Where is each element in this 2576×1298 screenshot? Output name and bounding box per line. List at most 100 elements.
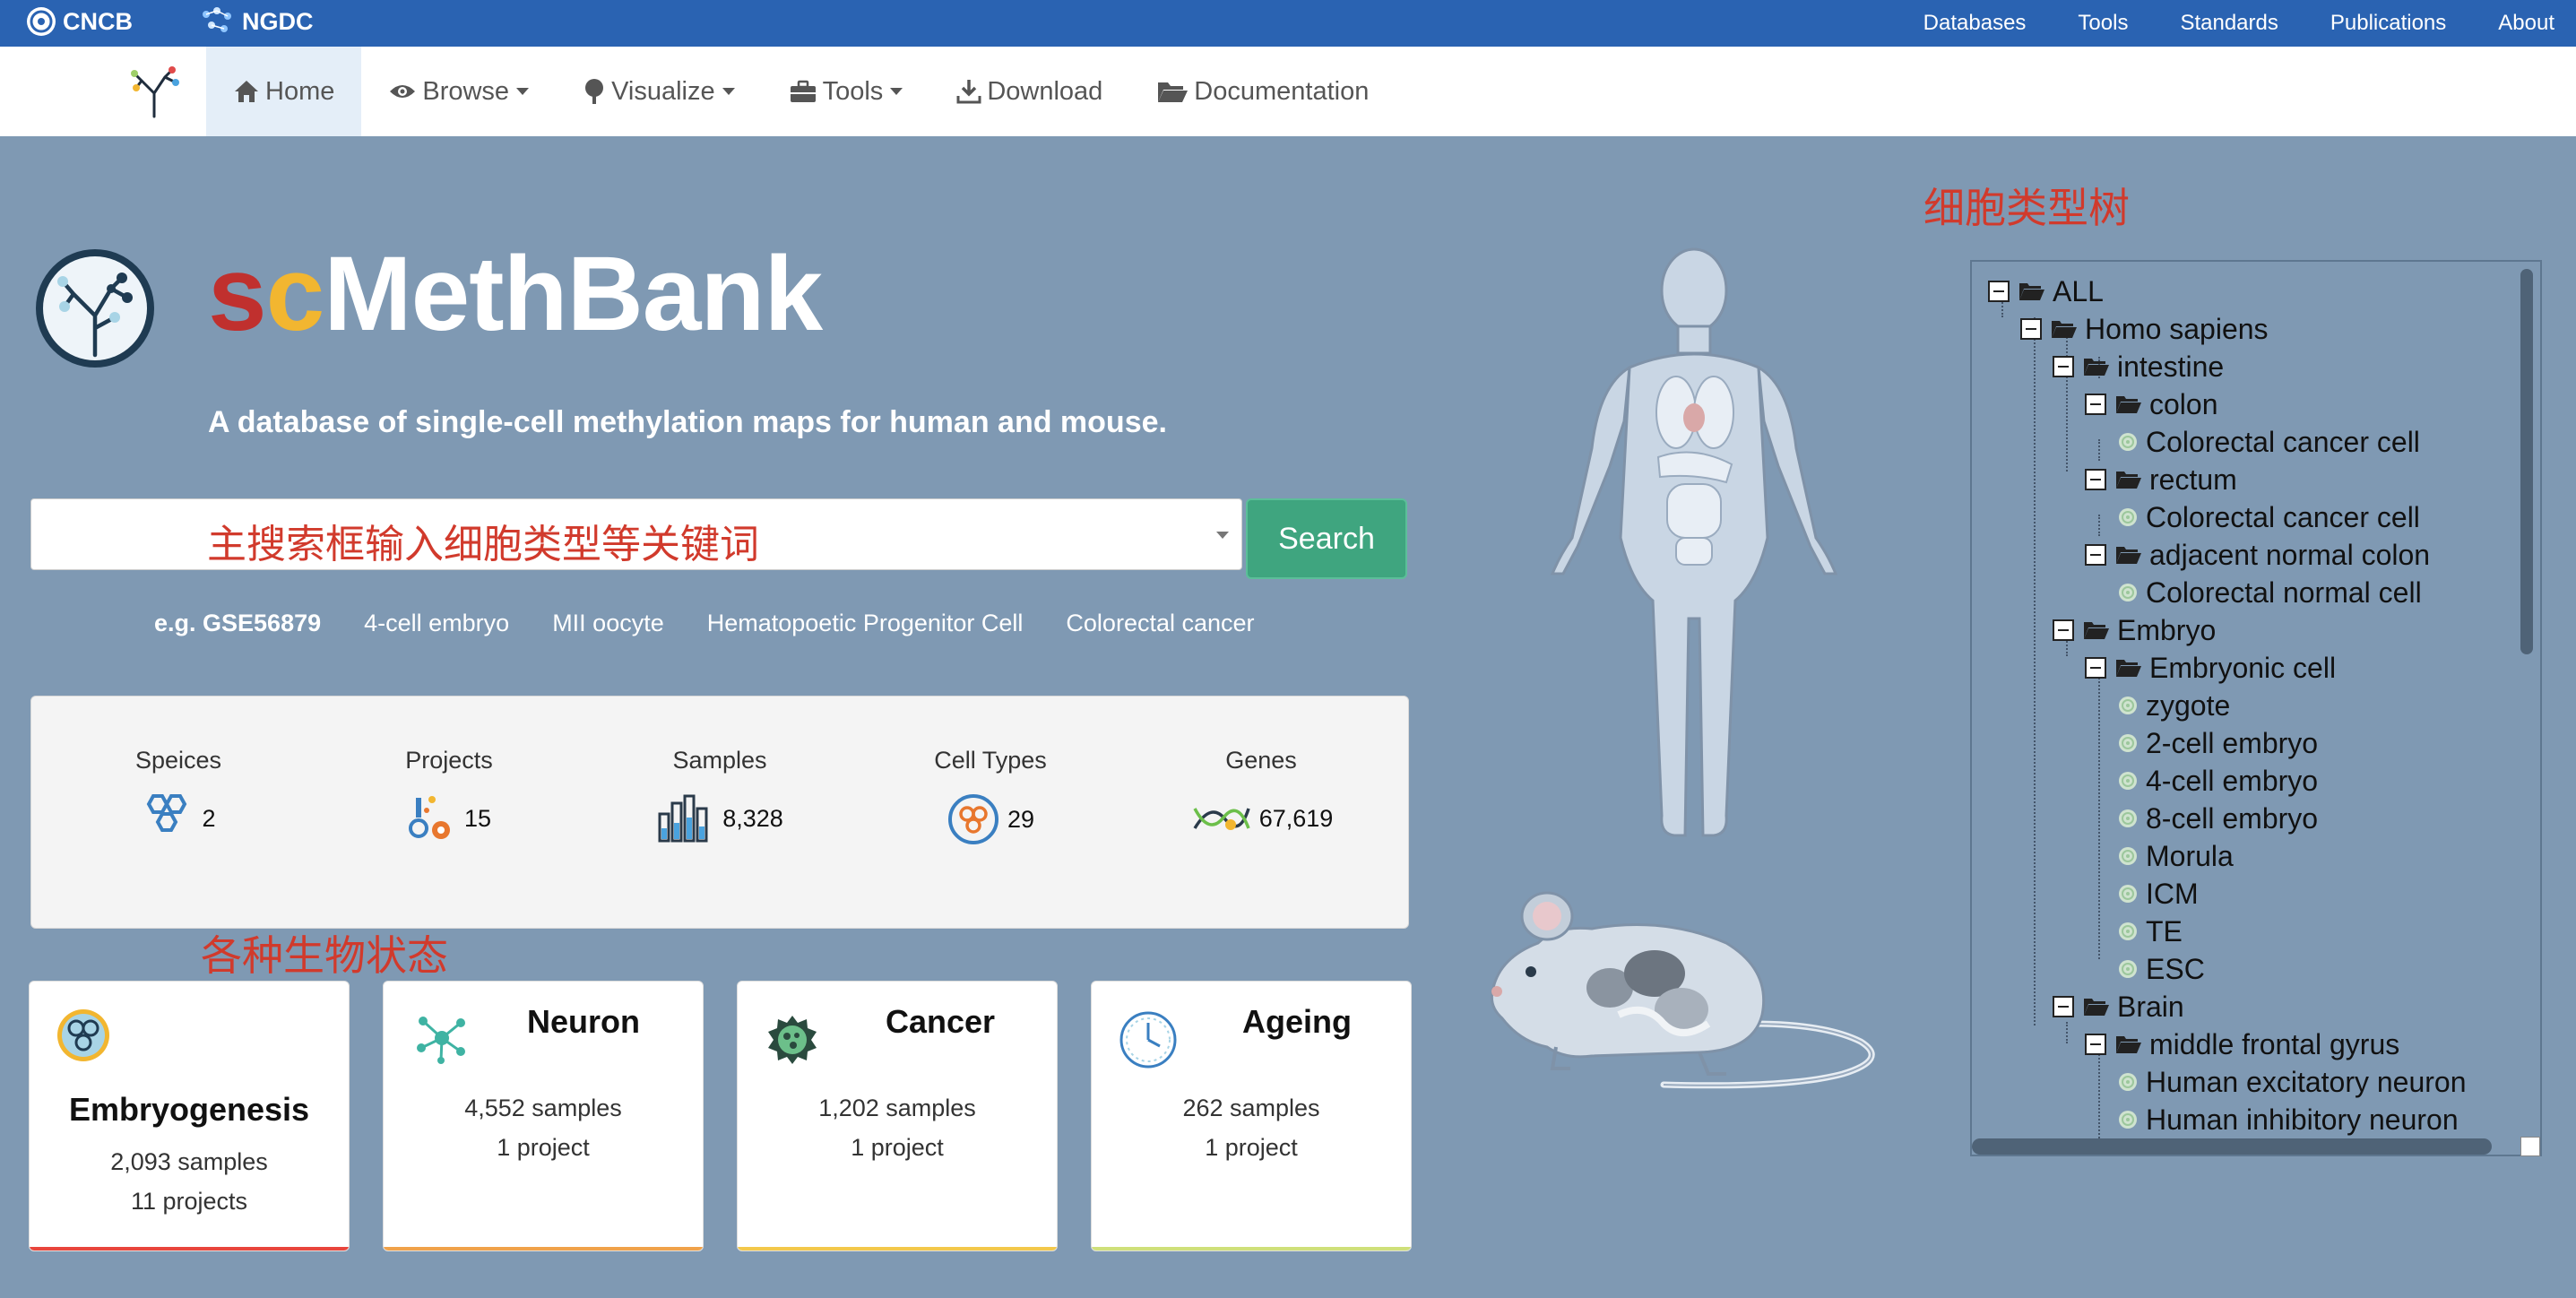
- nav-download[interactable]: Download: [929, 47, 1129, 136]
- tree-leaf-human-inhibitory-neuron[interactable]: Human inhibitory neuron: [2117, 1101, 2459, 1138]
- tree-vertical-scrollbar[interactable]: [2520, 269, 2533, 654]
- title-rest: MethBank: [324, 235, 823, 353]
- test-tubes-icon: [658, 794, 708, 843]
- human-body-figure[interactable]: [1524, 242, 1864, 852]
- nav-home[interactable]: Home: [206, 47, 362, 136]
- cell-leaf-icon: [2119, 734, 2137, 752]
- card-embryogenesis[interactable]: Embryogenesis 2,093 samples 11 projects: [29, 981, 350, 1251]
- cell-leaf-icon: [2119, 960, 2137, 978]
- collapse-toggle[interactable]: [1988, 281, 2010, 302]
- tree-leaf-colorectal-cancer-cell[interactable]: Colorectal cancer cell: [2117, 423, 2420, 461]
- site-tree-logo-icon[interactable]: [125, 63, 183, 120]
- cncb-brand[interactable]: CNCB: [25, 5, 133, 38]
- cell-leaf-icon: [2119, 584, 2137, 601]
- collapse-toggle[interactable]: [2053, 996, 2074, 1017]
- example-hematopoetic-progenitor[interactable]: Hematopoetic Progenitor Cell: [707, 610, 1024, 637]
- collapse-toggle[interactable]: [2020, 318, 2042, 340]
- tree-leaf-morula[interactable]: Morula: [2117, 837, 2234, 875]
- cell-leaf-icon: [2119, 1111, 2137, 1129]
- collapse-toggle[interactable]: [2085, 657, 2106, 679]
- tree-node-homo-sapiens[interactable]: Homo sapiens: [2020, 310, 2269, 348]
- main-navbar: Home Browse Visualize Tools Download Doc…: [0, 47, 2576, 136]
- tree-leaf-colorectal-cancer-cell[interactable]: Colorectal cancer cell: [2117, 498, 2420, 536]
- tree-leaf-2-cell-embryo[interactable]: 2-cell embryo: [2117, 724, 2318, 762]
- card-projects: 1 project: [851, 1134, 944, 1161]
- tree-node-intestine[interactable]: intestine: [2053, 348, 2224, 385]
- tree-node-colon[interactable]: colon: [2085, 385, 2218, 423]
- nav-documentation[interactable]: Documentation: [1129, 47, 1396, 136]
- card-accent-bar: [1092, 1247, 1411, 1250]
- tree-node-embryo[interactable]: Embryo: [2053, 611, 2216, 649]
- collapse-toggle[interactable]: [2085, 544, 2106, 566]
- nav-tools[interactable]: Tools: [762, 47, 930, 136]
- collapse-toggle[interactable]: [2053, 356, 2074, 377]
- top-link-tools[interactable]: Tools: [2078, 11, 2128, 36]
- tree-node-brain[interactable]: Brain: [2053, 988, 2184, 1025]
- card-title: Embryogenesis: [68, 1091, 310, 1128]
- card-samples: 4,552 samples: [464, 1095, 622, 1121]
- example-gse56879[interactable]: e.g. GSE56879: [154, 610, 321, 637]
- example-mii-oocyte[interactable]: MII oocyte: [552, 610, 664, 637]
- nav-home-label: Home: [265, 76, 335, 106]
- top-nav: Databases Tools Standards Publications A…: [1923, 0, 2554, 47]
- cell-type-tree-panel[interactable]: ALL Homo sapiens intestine colon Colorec…: [1970, 260, 2542, 1156]
- tree-guide-line: [2098, 515, 2100, 536]
- tree-horizontal-scrollbar[interactable]: [1972, 1138, 2492, 1155]
- nav-visualize-label: Visualize: [611, 76, 715, 106]
- tree-node-all[interactable]: ALL: [1988, 273, 2104, 310]
- nav-visualize[interactable]: Visualize: [556, 47, 762, 136]
- nav-documentation-label: Documentation: [1194, 76, 1370, 106]
- tree-leaf-zygote[interactable]: zygote: [2117, 687, 2230, 724]
- card-accent-bar: [384, 1247, 703, 1250]
- folder-open-icon: [2116, 547, 2141, 564]
- collapse-toggle[interactable]: [2085, 1034, 2106, 1055]
- search-input[interactable]: 主搜索框输入细胞类型等关键词: [30, 498, 1242, 570]
- top-link-databases[interactable]: Databases: [1923, 11, 2027, 36]
- card-neuron[interactable]: Neuron 4,552 samples 1 project: [383, 981, 704, 1251]
- ngdc-brand[interactable]: NGDC: [197, 5, 314, 38]
- dropdown-caret-icon[interactable]: [1216, 532, 1229, 539]
- tree-node-label: Homo sapiens: [2085, 312, 2269, 345]
- search-button[interactable]: Search: [1246, 498, 1407, 579]
- stat-genes-label: Genes: [1225, 747, 1297, 774]
- tree-node-label: ALL: [2053, 274, 2104, 307]
- tree-node-embryonic-cell[interactable]: Embryonic cell: [2085, 649, 2336, 687]
- tree-leaf-te[interactable]: TE: [2117, 913, 2183, 950]
- tree-node-adjacent-normal-colon[interactable]: adjacent normal colon: [2085, 536, 2430, 574]
- top-link-publications[interactable]: Publications: [2330, 11, 2446, 36]
- tree-node-label: Human excitatory neuron: [2146, 1065, 2467, 1098]
- tree-leaf-8-cell-embryo[interactable]: 8-cell embryo: [2117, 800, 2318, 837]
- example-colorectal-cancer[interactable]: Colorectal cancer: [1066, 610, 1254, 637]
- folder-open-icon: [2019, 283, 2044, 300]
- top-link-about[interactable]: About: [2498, 11, 2554, 36]
- collapse-toggle[interactable]: [2085, 394, 2106, 415]
- tree-leaf-4-cell-embryo[interactable]: 4-cell embryo: [2117, 762, 2318, 800]
- top-link-standards[interactable]: Standards: [2180, 11, 2278, 36]
- tree-node-label: 4-cell embryo: [2146, 764, 2319, 797]
- stat-projects-label: Projects: [405, 747, 493, 774]
- stat-projects-value: 15: [463, 804, 492, 832]
- collapse-toggle[interactable]: [2085, 469, 2106, 490]
- tree-node-rectum[interactable]: rectum: [2085, 461, 2237, 498]
- tree-leaf-colorectal-normal-cell[interactable]: Colorectal normal cell: [2117, 574, 2422, 611]
- tree-node-middle-frontal-gyrus[interactable]: middle frontal gyrus: [2085, 1025, 2399, 1063]
- tree-leaf-icm[interactable]: ICM: [2117, 875, 2199, 913]
- tree-node-label: zygote: [2146, 688, 2231, 722]
- search-placeholder: 主搜索框输入细胞类型等关键词: [207, 522, 759, 567]
- chevron-down-icon: [722, 88, 735, 95]
- tree-node-label: Colorectal cancer cell: [2146, 500, 2420, 533]
- embryo-icon: [57, 1009, 109, 1061]
- tree-guide-line: [2098, 439, 2100, 461]
- tree-guide-line: [2098, 663, 2100, 959]
- mouse-figure[interactable]: [1484, 889, 1889, 1104]
- stat-species-label: Speices: [134, 747, 222, 774]
- card-cancer[interactable]: Cancer 1,202 samples 1 project: [737, 981, 1058, 1251]
- tree-leaf-human-excitatory-neuron[interactable]: Human excitatory neuron: [2117, 1063, 2467, 1101]
- nav-browse[interactable]: Browse: [361, 47, 556, 136]
- card-ageing[interactable]: Ageing 262 samples 1 project: [1091, 981, 1412, 1251]
- tree-leaf-esc[interactable]: ESC: [2117, 950, 2205, 988]
- example-4-cell-embryo[interactable]: 4-cell embryo: [364, 610, 509, 637]
- tree-icon: [585, 79, 604, 104]
- card-samples: 1,202 samples: [818, 1095, 976, 1121]
- collapse-toggle[interactable]: [2053, 619, 2074, 641]
